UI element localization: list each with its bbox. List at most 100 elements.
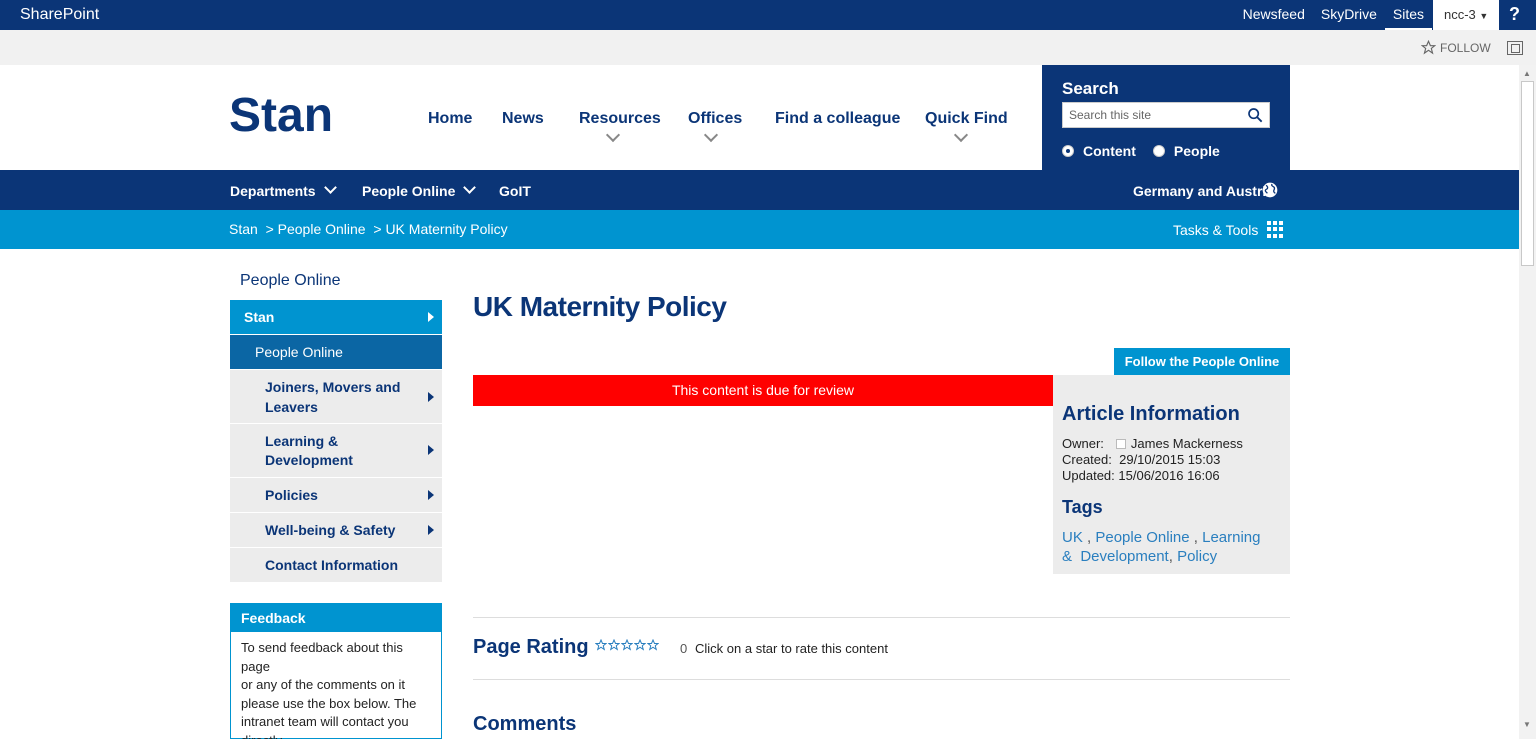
- region-selector[interactable]: Germany and Austria: [1133, 183, 1274, 199]
- page-rating-title: Page Rating: [473, 636, 589, 658]
- caret-down-icon: ▼: [1479, 11, 1489, 21]
- goit-link[interactable]: GoIT: [499, 183, 531, 199]
- people-radio-label: People: [1173, 143, 1220, 159]
- left-nav-item-label: Leavers: [265, 398, 318, 415]
- tags-title: Tags: [1062, 497, 1103, 517]
- nav-find-colleague[interactable]: Find a colleague: [775, 110, 900, 128]
- star-icon[interactable]: [608, 639, 620, 651]
- sharepoint-brand[interactable]: SharePoint: [20, 6, 99, 24]
- arrow-right-icon: [428, 445, 434, 455]
- search-icon[interactable]: [1247, 107, 1263, 123]
- tasks-tools-label: Tasks & Tools: [1173, 221, 1259, 238]
- focus-content-icon[interactable]: [1507, 41, 1523, 55]
- star-icon[interactable]: [595, 639, 607, 651]
- scroll-down-icon[interactable]: ▼: [1523, 720, 1531, 729]
- newsfeed-link[interactable]: Newsfeed: [1235, 0, 1313, 30]
- department-bar: Departments People Online GoIT Germany a…: [0, 170, 1519, 210]
- departments-menu[interactable]: Departments: [230, 181, 337, 199]
- left-nav-learning[interactable]: Learning & Development: [230, 424, 442, 477]
- feedback-line: or any of the comments on it: [241, 677, 406, 692]
- tag-policy[interactable]: Policy: [1177, 548, 1217, 565]
- search-scope: Content People: [1062, 143, 1220, 159]
- follow-site-button[interactable]: Follow the People Online site: [1114, 348, 1290, 396]
- help-icon[interactable]: ?: [1509, 4, 1520, 25]
- departments-label: Departments: [230, 183, 316, 199]
- updated-value: 15/06/2016 16:06: [1118, 468, 1220, 483]
- arrow-right-icon: [428, 312, 434, 322]
- left-nav-wellbeing[interactable]: Well-being & Safety: [230, 513, 442, 547]
- chevron-down-icon: [953, 127, 969, 143]
- left-nav-item-label: Policies: [265, 487, 318, 503]
- star-icon[interactable]: [634, 639, 646, 651]
- left-nav-people-online[interactable]: People Online: [230, 335, 442, 369]
- chevron-down-icon: [605, 127, 621, 143]
- nav-resources[interactable]: Resources: [579, 110, 661, 128]
- chevron-down-icon: [463, 181, 477, 194]
- presence-icon: [1115, 439, 1126, 449]
- breadcrumb[interactable]: Stan > People Online > UK Maternity Poli…: [229, 221, 508, 237]
- search-input[interactable]: [1069, 108, 1239, 122]
- left-nav-people-online-label: People Online: [255, 344, 343, 360]
- left-nav-title[interactable]: People Online: [240, 272, 341, 290]
- left-nav-item-label: Joiners, Movers and: [265, 378, 401, 395]
- tag-development[interactable]: & Development: [1062, 548, 1169, 565]
- owner-name[interactable]: James Mackerness: [1131, 436, 1243, 451]
- globe-icon[interactable]: [1262, 182, 1278, 198]
- content-radio[interactable]: [1062, 145, 1074, 157]
- nav-news[interactable]: News: [502, 110, 544, 128]
- left-nav-stan[interactable]: Stan: [230, 300, 442, 334]
- review-banner: This content is due for review: [473, 375, 1053, 406]
- arrow-right-icon: [428, 392, 434, 402]
- left-nav-contact[interactable]: Contact Information: [230, 548, 442, 582]
- left-nav-joiners[interactable]: Joiners, Movers and Leavers: [230, 370, 442, 423]
- article-info-title: Article Information: [1062, 403, 1240, 425]
- scroll-thumb[interactable]: [1521, 81, 1534, 266]
- arrow-right-icon: [428, 490, 434, 500]
- arrow-right-icon: [428, 525, 434, 535]
- user-menu[interactable]: ncc-3 ▼: [1433, 0, 1499, 30]
- left-nav-stan-label: Stan: [244, 309, 275, 325]
- rating-stars: [595, 639, 659, 651]
- nav-quick-find[interactable]: Quick Find: [925, 110, 1008, 128]
- star-icon[interactable]: [621, 639, 633, 651]
- tag-learning[interactable]: Learning: [1202, 529, 1260, 546]
- tag-uk[interactable]: UK: [1062, 529, 1083, 546]
- feedback-line: directly: [241, 732, 435, 739]
- search-box: [1062, 102, 1270, 128]
- people-radio[interactable]: [1152, 145, 1165, 157]
- divider: [473, 679, 1290, 680]
- nav-home[interactable]: Home: [428, 110, 472, 128]
- rating-hint: Click on a star to rate this content: [695, 641, 888, 656]
- follow-button[interactable]: FOLLOW: [1421, 40, 1491, 55]
- tag-list: UK , People Online , Learning & Developm…: [1062, 529, 1261, 565]
- tag-people-online[interactable]: People Online: [1095, 529, 1189, 546]
- content-radio-label: Content: [1083, 143, 1136, 159]
- ribbon: FOLLOW: [0, 30, 1536, 65]
- left-nav-item-label: Well-being & Safety: [265, 522, 396, 538]
- feedback-line: To send feedback about this page: [241, 640, 403, 674]
- site-logo[interactable]: Stan: [229, 88, 333, 143]
- breadcrumb-bar: Stan > People Online > UK Maternity Poli…: [0, 210, 1519, 249]
- scrollbar[interactable]: ▲ ▼: [1519, 65, 1536, 739]
- star-icon: [1421, 40, 1436, 55]
- tasks-tools-button[interactable]: Tasks & Tools: [1173, 221, 1284, 238]
- skydrive-link[interactable]: SkyDrive: [1313, 0, 1385, 30]
- page: SharePoint Newsfeed SkyDrive Sites ncc-3…: [0, 0, 1536, 739]
- left-nav-policies[interactable]: Policies: [230, 478, 442, 512]
- left-nav-item-label: Development: [265, 451, 353, 468]
- scroll-up-icon[interactable]: ▲: [1523, 69, 1531, 78]
- left-nav-item-label: Contact Information: [265, 557, 398, 573]
- left-nav-item-label: Learning &: [265, 432, 339, 449]
- sites-link[interactable]: Sites: [1384, 0, 1432, 30]
- owner-label: Owner:: [1062, 436, 1104, 451]
- chevron-down-icon: [323, 181, 337, 194]
- nav-offices[interactable]: Offices: [688, 110, 742, 128]
- app-grid-icon: [1267, 221, 1284, 238]
- comments-title: Comments: [473, 713, 577, 735]
- search-title: Search: [1062, 79, 1119, 98]
- people-online-menu[interactable]: People Online: [362, 181, 477, 199]
- star-icon[interactable]: [647, 639, 659, 651]
- suite-bar: SharePoint Newsfeed SkyDrive Sites ncc-3…: [0, 0, 1536, 30]
- feedback-panel: Feedback To send feedback about this pag…: [230, 603, 442, 739]
- search-panel: Search Content People: [1042, 65, 1290, 170]
